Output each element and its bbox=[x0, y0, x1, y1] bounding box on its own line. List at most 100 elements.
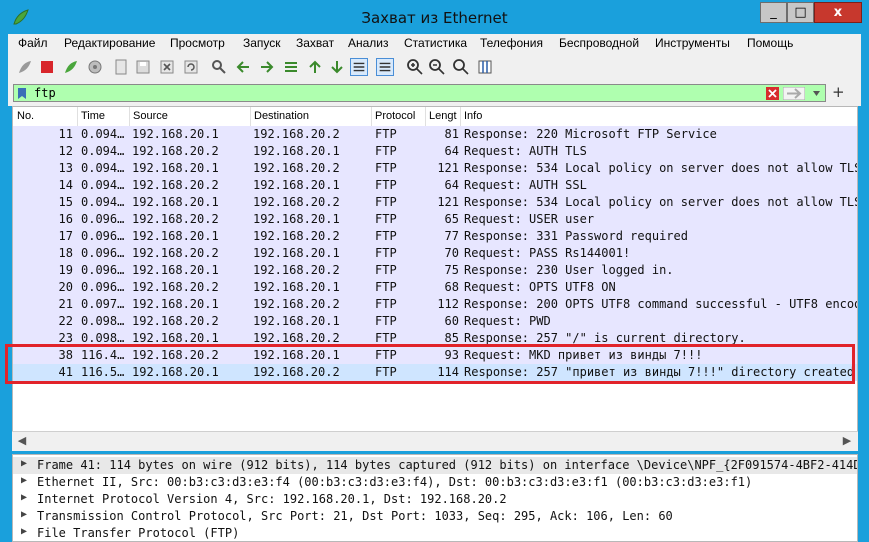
detail-row[interactable]: ▶ Transmission Control Protocol, Src Port… bbox=[13, 508, 857, 525]
packet-length: 75 bbox=[444, 263, 459, 277]
packet-length: 112 bbox=[437, 297, 459, 311]
table-row[interactable]: 38 116.4… 192.168.20.2 192.168.20.1 FTP 93 Req… bbox=[13, 347, 857, 364]
stop-capture-icon[interactable] bbox=[38, 58, 56, 76]
column-header-time[interactable]: Time bbox=[81, 110, 105, 122]
packet-rows: 11 0.094… 192.168.20.1 192.168.20.2 FTP 81 Res… bbox=[13, 126, 857, 436]
minimize-button[interactable]: _ bbox=[760, 2, 787, 23]
expand-icon[interactable]: ▶ bbox=[21, 492, 27, 503]
menu-telephony[interactable]: Телефония bbox=[480, 36, 543, 50]
packet-time: 0.097… bbox=[81, 297, 125, 311]
packet-protocol: FTP bbox=[375, 331, 397, 345]
display-filter-input[interactable]: ftp bbox=[13, 84, 826, 102]
menu-help[interactable]: Помощь bbox=[747, 36, 793, 50]
colorize-icon[interactable] bbox=[376, 58, 394, 76]
table-row[interactable]: 11 0.094… 192.168.20.1 192.168.20.2 FTP 81 Res… bbox=[13, 126, 857, 143]
detail-text: Internet Protocol Version 4, Src: 192.16… bbox=[37, 492, 507, 506]
packet-info: Response: 331 Password required bbox=[464, 229, 688, 243]
menu-bar: Файл Редактирование Просмотр Запуск Захв… bbox=[8, 34, 861, 54]
column-header-source[interactable]: Source bbox=[133, 110, 168, 122]
autoscroll-icon[interactable] bbox=[350, 58, 368, 76]
packet-list-horizontal-scrollbar[interactable]: ◀ ▶ bbox=[12, 431, 858, 451]
close-button[interactable]: x bbox=[814, 2, 862, 23]
packet-destination: 192.168.20.2 bbox=[253, 127, 340, 141]
packet-destination: 192.168.20.2 bbox=[253, 161, 340, 175]
menu-analyze[interactable]: Анализ bbox=[348, 36, 389, 50]
scroll-left-icon[interactable]: ◀ bbox=[15, 434, 29, 448]
table-row-selected[interactable]: 41 116.5… 192.168.20.1 192.168.20.2 FTP 114 Re… bbox=[13, 364, 857, 381]
normal-size-icon[interactable] bbox=[452, 58, 470, 76]
close-file-icon[interactable] bbox=[158, 58, 176, 76]
filter-history-dropdown-icon[interactable] bbox=[812, 90, 821, 97]
menu-statistics[interactable]: Статистика bbox=[404, 36, 467, 50]
detail-row[interactable]: ▶ Ethernet II, Src: 00:b3:c3:d3:e3:f4 (00… bbox=[13, 474, 857, 491]
bookmark-icon[interactable] bbox=[17, 87, 27, 100]
first-packet-icon[interactable] bbox=[306, 58, 324, 76]
clear-filter-icon[interactable] bbox=[766, 87, 779, 100]
table-row[interactable]: 14 0.094… 192.168.20.2 192.168.20.1 FTP 64 Req… bbox=[13, 177, 857, 194]
table-row[interactable]: 22 0.098… 192.168.20.2 192.168.20.1 FTP 60 Req… bbox=[13, 313, 857, 330]
menu-view[interactable]: Просмотр bbox=[170, 36, 225, 50]
detail-row[interactable]: ▶ Internet Protocol Version 4, Src: 192.1… bbox=[13, 491, 857, 508]
table-row[interactable]: 12 0.094… 192.168.20.2 192.168.20.1 FTP 64 Req… bbox=[13, 143, 857, 160]
menu-capture[interactable]: Захват bbox=[296, 36, 334, 50]
menu-file[interactable]: Файл bbox=[18, 36, 48, 50]
table-row[interactable]: 17 0.096… 192.168.20.1 192.168.20.2 FTP 77 Res… bbox=[13, 228, 857, 245]
menu-edit[interactable]: Редактирование bbox=[64, 36, 155, 50]
packet-no: 15 bbox=[58, 195, 73, 209]
zoom-out-icon[interactable] bbox=[428, 58, 446, 76]
go-forward-icon[interactable] bbox=[258, 58, 276, 76]
apply-filter-icon[interactable] bbox=[783, 87, 805, 100]
save-file-icon[interactable] bbox=[134, 58, 152, 76]
packet-info: Request: PWD bbox=[464, 314, 551, 328]
table-row[interactable]: 13 0.094… 192.168.20.1 192.168.20.2 FTP 121 Re… bbox=[13, 160, 857, 177]
packet-time: 0.096… bbox=[81, 229, 125, 243]
table-row[interactable]: 21 0.097… 192.168.20.1 192.168.20.2 FTP 112 Re… bbox=[13, 296, 857, 313]
menu-tools[interactable]: Инструменты bbox=[655, 36, 730, 50]
packet-destination: 192.168.20.1 bbox=[253, 280, 340, 294]
resize-columns-icon[interactable] bbox=[476, 58, 494, 76]
window-title: Захват из Ethernet bbox=[361, 9, 508, 27]
zoom-in-icon[interactable] bbox=[406, 58, 424, 76]
table-row[interactable]: 23 0.098… 192.168.20.1 192.168.20.2 FTP 85 Res… bbox=[13, 330, 857, 347]
packet-source: 192.168.20.2 bbox=[132, 144, 219, 158]
maximize-button[interactable]: □ bbox=[787, 2, 814, 23]
table-row[interactable]: 20 0.096… 192.168.20.2 192.168.20.1 FTP 68 Req… bbox=[13, 279, 857, 296]
restart-capture-icon[interactable] bbox=[62, 58, 80, 76]
menu-wireless[interactable]: Беспроводной bbox=[559, 36, 639, 50]
go-to-packet-icon[interactable] bbox=[282, 58, 300, 76]
start-capture-icon[interactable] bbox=[16, 58, 34, 76]
column-header-info[interactable]: Info bbox=[464, 110, 482, 122]
column-header-protocol[interactable]: Protocol bbox=[375, 110, 415, 122]
column-header-no[interactable]: No. bbox=[17, 110, 34, 122]
detail-row[interactable]: ▶ File Transfer Protocol (FTP) bbox=[13, 525, 857, 541]
packet-info: Response: 220 Microsoft FTP Service bbox=[464, 127, 717, 141]
column-header-length[interactable]: Lengt bbox=[429, 110, 457, 122]
packet-source: 192.168.20.1 bbox=[132, 161, 219, 175]
open-file-icon[interactable] bbox=[112, 58, 130, 76]
scroll-right-icon[interactable]: ▶ bbox=[840, 434, 854, 448]
packet-time: 0.094… bbox=[81, 195, 125, 209]
last-packet-icon[interactable] bbox=[328, 58, 346, 76]
packet-destination: 192.168.20.2 bbox=[253, 195, 340, 209]
column-header-destination[interactable]: Destination bbox=[254, 110, 309, 122]
table-row[interactable]: 19 0.096… 192.168.20.1 192.168.20.2 FTP 75 Res… bbox=[13, 262, 857, 279]
packet-no: 19 bbox=[58, 263, 73, 277]
reload-icon[interactable] bbox=[182, 58, 200, 76]
packet-source: 192.168.20.1 bbox=[132, 365, 219, 379]
expand-icon[interactable]: ▶ bbox=[21, 526, 27, 537]
packet-no: 11 bbox=[58, 127, 73, 141]
expand-icon[interactable]: ▶ bbox=[21, 475, 27, 486]
expand-icon[interactable]: ▶ bbox=[21, 458, 27, 469]
menu-go[interactable]: Запуск bbox=[243, 36, 281, 50]
add-filter-button[interactable]: + bbox=[832, 83, 845, 101]
table-row[interactable]: 18 0.096… 192.168.20.2 192.168.20.1 FTP 70 Req… bbox=[13, 245, 857, 262]
packet-time: 0.096… bbox=[81, 212, 125, 226]
go-back-icon[interactable] bbox=[234, 58, 252, 76]
find-packet-icon[interactable] bbox=[210, 58, 228, 76]
table-row[interactable]: 15 0.094… 192.168.20.1 192.168.20.2 FTP 121 Re… bbox=[13, 194, 857, 211]
table-row[interactable]: 16 0.096… 192.168.20.2 192.168.20.1 FTP 65 Req… bbox=[13, 211, 857, 228]
expand-icon[interactable]: ▶ bbox=[21, 509, 27, 520]
detail-text: Transmission Control Protocol, Src Port:… bbox=[37, 509, 673, 523]
capture-options-icon[interactable] bbox=[86, 58, 104, 76]
detail-row[interactable]: ▶ Frame 41: 114 bytes on wire (912 bits),… bbox=[13, 457, 857, 474]
